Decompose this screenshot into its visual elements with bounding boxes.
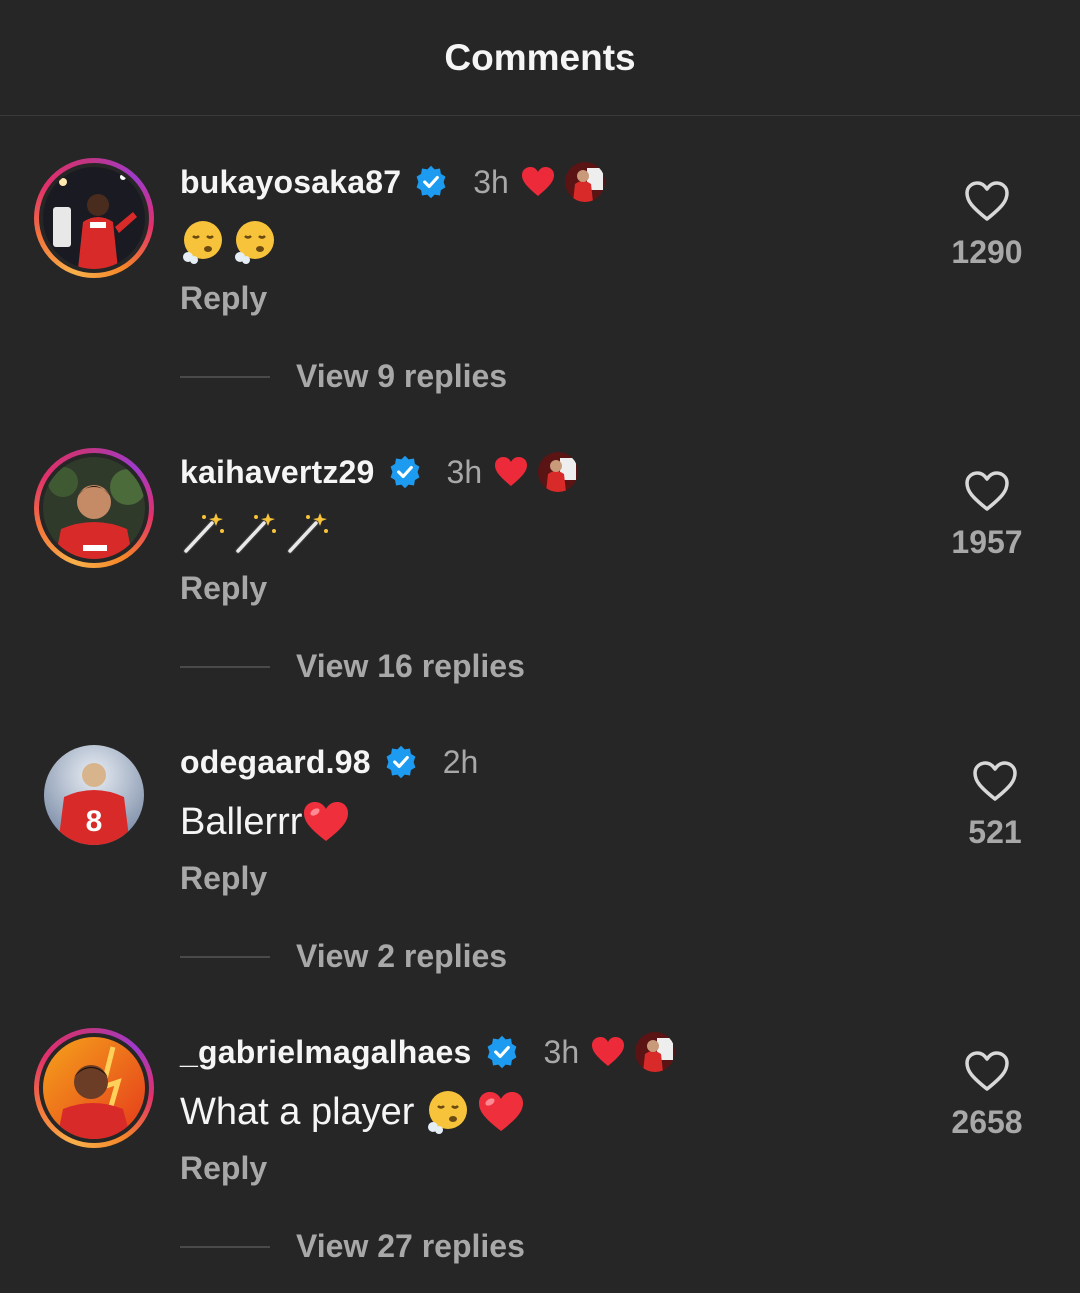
comment-text [180, 216, 278, 268]
heart-outline-icon [965, 471, 1009, 511]
creator-liked-heart-icon [592, 1037, 625, 1066]
avatar[interactable] [34, 158, 154, 278]
like-count: 1290 [951, 234, 1023, 270]
timestamp: 2h [442, 743, 479, 780]
divider-line [180, 955, 270, 958]
comments-header: Comments [0, 0, 1080, 116]
magic-wand-emoji-icon [287, 513, 328, 554]
reply-button[interactable]: Reply [180, 860, 267, 897]
divider-line [180, 375, 270, 378]
view-replies-label: View 9 replies [296, 358, 508, 394]
like-count: 521 [968, 814, 1022, 850]
username[interactable]: odegaard.98 [180, 744, 371, 781]
face-exhaling-emoji-icon [235, 221, 274, 264]
comment-header: _gabrielmagalhaes 3h [180, 1030, 676, 1074]
comment-item: bukayosaka87 3h Reply View 9 replies 129… [0, 118, 1080, 408]
emoji-row [180, 219, 278, 265]
view-replies-button[interactable]: View 9 replies [180, 358, 507, 395]
creator-avatar [538, 452, 579, 492]
avatar[interactable] [34, 1028, 154, 1148]
face-exhaling-emoji-icon [183, 221, 222, 264]
like-count: 2658 [951, 1104, 1023, 1140]
comment-text: Ballerrr [180, 796, 350, 848]
timestamp: 3h [446, 453, 483, 490]
comment-header: bukayosaka87 3h [180, 160, 605, 204]
reply-button[interactable]: Reply [180, 570, 267, 607]
creator-avatar [635, 1032, 676, 1072]
view-replies-label: View 2 replies [296, 938, 508, 974]
comment-body: What a player [180, 1090, 425, 1133]
divider-line [180, 665, 270, 668]
comment-item: kaihavertz29 3h Reply View 16 replies 19… [0, 408, 1080, 698]
comment-item: _gabrielmagalhaes 3h What a player Reply… [0, 988, 1080, 1278]
heart-outline-icon [973, 761, 1017, 801]
verified-badge-icon [487, 1035, 516, 1069]
creator-avatar [564, 162, 605, 202]
creator-liked-heart-icon [495, 457, 528, 486]
comment-header: kaihavertz29 3h [180, 450, 579, 494]
emoji-row [425, 1089, 525, 1135]
username[interactable]: kaihavertz29 [180, 454, 375, 491]
heart-outline-icon [965, 1051, 1009, 1091]
timestamp: 3h [543, 1033, 580, 1070]
red-heart-emoji-icon [479, 1092, 523, 1131]
verified-badge-icon [416, 165, 446, 199]
page-title: Comments [444, 36, 636, 78]
view-replies-label: View 16 replies [296, 648, 525, 684]
username[interactable]: bukayosaka87 [180, 164, 401, 201]
verified-badge-icon [390, 455, 419, 489]
comment-text: What a player [180, 1086, 525, 1138]
emoji-row [180, 509, 330, 555]
comment-header: odegaard.98 2h [180, 740, 478, 784]
like-button[interactable]: 1957 [927, 470, 1047, 561]
comment-item: 8 odegaard.98 2h Ballerrr Reply View 2 r… [0, 698, 1080, 988]
view-replies-button[interactable]: View 2 replies [180, 938, 507, 975]
red-heart-emoji-icon [304, 802, 349, 841]
verified-badge-icon [386, 745, 416, 779]
view-replies-label: View 27 replies [296, 1228, 525, 1264]
like-button[interactable]: 521 [935, 760, 1055, 851]
view-replies-button[interactable]: View 16 replies [180, 648, 525, 685]
comment-text [180, 506, 330, 558]
timestamp: 3h [473, 163, 509, 200]
view-replies-button[interactable]: View 27 replies [180, 1228, 525, 1265]
creator-liked-heart-icon [521, 167, 554, 196]
username[interactable]: _gabrielmagalhaes [180, 1034, 472, 1071]
like-button[interactable]: 1290 [927, 180, 1047, 271]
like-count: 1957 [951, 524, 1023, 560]
svg-text:8: 8 [86, 805, 103, 838]
reply-button[interactable]: Reply [180, 280, 267, 317]
heart-outline-icon [965, 181, 1009, 221]
like-button[interactable]: 2658 [927, 1050, 1047, 1141]
avatar[interactable] [34, 448, 154, 568]
comment-body: Ballerrr [180, 800, 303, 843]
avatar[interactable]: 8 [44, 745, 144, 845]
divider-line [180, 1245, 270, 1248]
reply-button[interactable]: Reply [180, 1150, 267, 1187]
magic-wand-emoji-icon [235, 513, 276, 554]
face-exhaling-emoji-icon [428, 1091, 467, 1134]
magic-wand-emoji-icon [183, 513, 224, 554]
